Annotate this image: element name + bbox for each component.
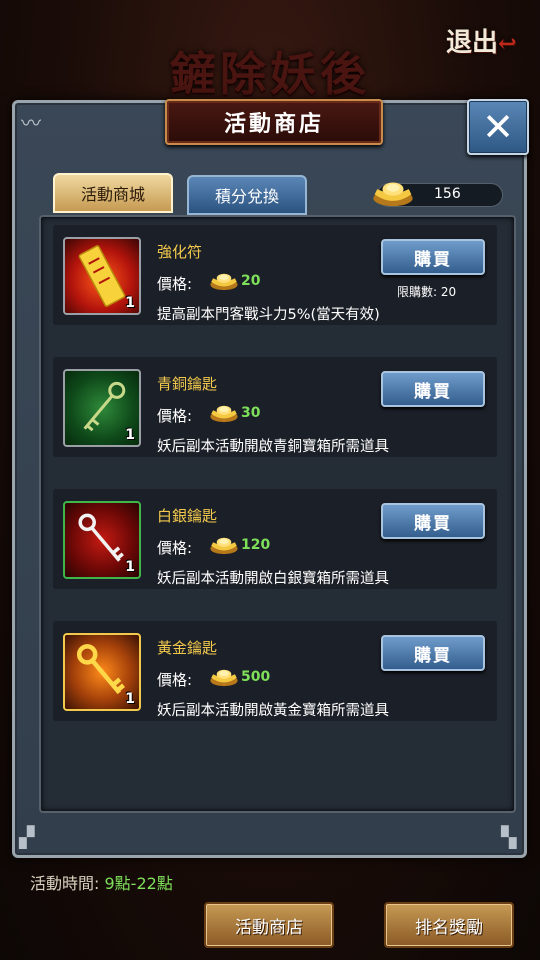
bronze-key-icon: 1 <box>63 369 141 447</box>
shop-item: 1 強化符 價格: 20 提高副本門客戰斗力5%(當天有效) 購買 限購數: 2… <box>53 225 497 325</box>
silver-key-icon: 1 <box>63 501 141 579</box>
buy-button[interactable]: 購買 <box>381 503 485 539</box>
gold-ingot-icon <box>209 403 239 423</box>
item-quantity: 1 <box>125 295 135 311</box>
tab-points-exchange[interactable]: 積分兌換 <box>187 175 307 215</box>
activity-shop-label: 活動商店 <box>235 917 303 938</box>
activity-time-label: 活動時間: <box>30 874 100 893</box>
price-label: 價格: <box>157 539 193 557</box>
activity-time-value: 9點-22點 <box>104 874 173 893</box>
shop-item-list: 1 強化符 價格: 20 提高副本門客戰斗力5%(當天有效) 購買 限購數: 2… <box>39 215 516 813</box>
item-description: 妖后副本活動開啟白銀寶箱所需道具 <box>157 571 389 587</box>
item-name: 青銅鑰匙 <box>157 375 218 393</box>
gold-ingot-icon <box>372 178 414 208</box>
shop-item: 1 青銅鑰匙 價格: 30 妖后副本活動開啟青銅寶箱所需道具 購買 <box>53 357 497 457</box>
price-label: 價格: <box>157 407 193 425</box>
item-quantity: 1 <box>125 559 135 575</box>
buy-label: 購買 <box>414 513 452 534</box>
shop-item: 1 黃金鑰匙 價格: 500 妖后副本活動開啟黃金寶箱所需道具 購買 <box>53 621 497 721</box>
gold-ingot-icon <box>209 535 239 555</box>
item-price: 20 <box>241 273 261 289</box>
buy-button[interactable]: 購買 <box>381 635 485 671</box>
activity-shop-button[interactable]: 活動商店 <box>204 902 334 948</box>
ranking-rewards-label: 排名獎勵 <box>415 917 483 938</box>
gold-ingot-icon <box>209 667 239 687</box>
talisman-icon: 1 <box>63 237 141 315</box>
currency-balance: 156 <box>377 183 503 207</box>
buy-label: 購買 <box>414 249 452 270</box>
exit-button[interactable]: 退出↩ <box>446 22 516 59</box>
item-name: 強化符 <box>157 243 203 261</box>
item-price: 30 <box>241 405 261 421</box>
price-label: 價格: <box>157 671 193 689</box>
item-quantity: 1 <box>125 427 135 443</box>
dialog-title-plate: 活動商店 <box>165 99 383 145</box>
gold-ingot-icon <box>209 271 239 291</box>
dialog-title: 活動商店 <box>223 112 324 137</box>
price-label: 價格: <box>157 275 193 293</box>
ranking-rewards-button[interactable]: 排名獎勵 <box>384 902 514 948</box>
tab-label: 活動商城 <box>80 185 145 204</box>
item-quantity: 1 <box>125 691 135 707</box>
close-icon: ✕ <box>482 105 514 149</box>
buy-button[interactable]: 購買 <box>381 371 485 407</box>
item-description: 妖后副本活動開啟黃金寶箱所需道具 <box>157 703 389 719</box>
currency-amount: 156 <box>434 186 461 202</box>
item-name: 白銀鑰匙 <box>157 507 218 525</box>
item-description: 妖后副本活動開啟青銅寶箱所需道具 <box>157 439 389 455</box>
background-title: 鏟除妖後 <box>170 47 370 101</box>
item-name: 黃金鑰匙 <box>157 639 218 657</box>
buy-label: 購買 <box>414 381 452 402</box>
item-description: 提高副本門客戰斗力5%(當天有效) <box>157 307 380 323</box>
tab-label: 積分兌換 <box>214 187 279 206</box>
corner-ornament-icon: ▞ <box>19 825 35 849</box>
shop-item: 1 白銀鑰匙 價格: 120 妖后副本活動開啟白銀寶箱所需道具 購買 <box>53 489 497 589</box>
activity-time: 活動時間: 9點-22點 <box>30 870 173 894</box>
purchase-limit: 限購數: 20 <box>397 285 457 299</box>
gold-key-icon: 1 <box>63 633 141 711</box>
tab-activity-mall[interactable]: 活動商城 <box>53 173 173 213</box>
item-price: 120 <box>241 537 271 553</box>
corner-ornament-icon: ▚ <box>501 825 517 849</box>
buy-button[interactable]: 購買 <box>381 239 485 275</box>
corner-swirl-icon: 〰 <box>21 111 41 135</box>
buy-label: 購買 <box>414 645 452 666</box>
activity-shop-dialog: 〰 ▞ ▚ 活動商店 ✕ 活動商城 積分兌換 156 1 強化符 價格: 20 … <box>12 99 529 858</box>
back-arrow-icon: ↩ <box>498 31 517 57</box>
close-button[interactable]: ✕ <box>467 99 529 155</box>
item-price: 500 <box>241 669 271 685</box>
exit-label: 退出 <box>446 28 499 58</box>
